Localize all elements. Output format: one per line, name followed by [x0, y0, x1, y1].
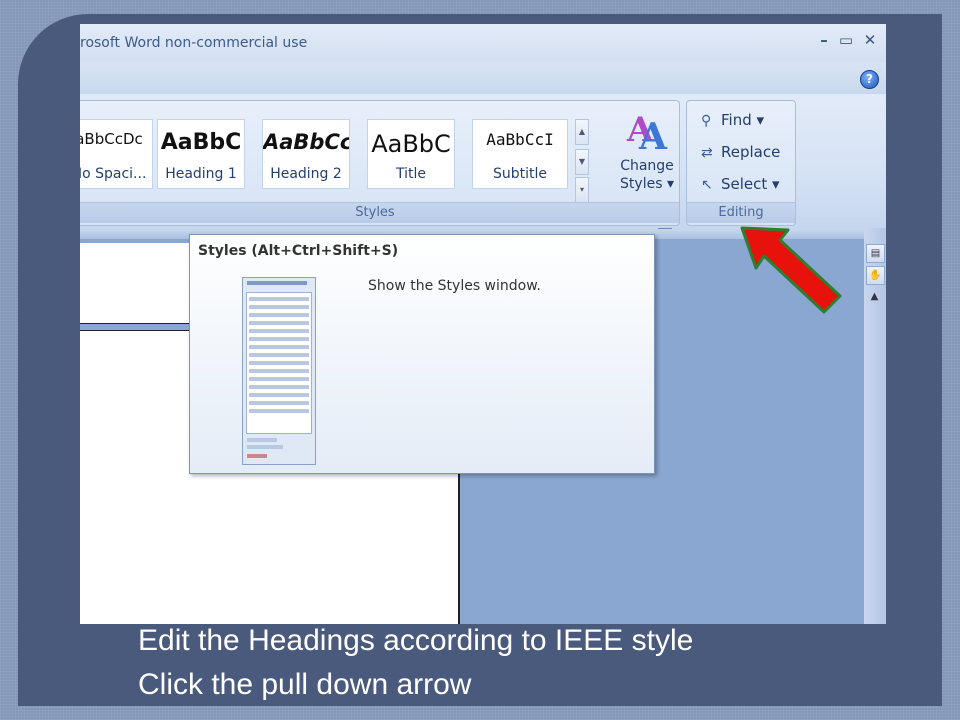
style-name: No Spaci... [80, 166, 147, 182]
cursor-icon: ↖ [701, 177, 713, 193]
style-tile-title[interactable]: AaBbC Title [367, 119, 455, 189]
change-styles-icon: A A [626, 110, 668, 158]
title-bar: rosoft Word non-commercial use – ▭ ✕ [80, 24, 886, 63]
window-title: rosoft Word non-commercial use [80, 35, 308, 51]
style-tile-heading-1[interactable]: AaBbC Heading 1 [157, 119, 245, 189]
style-sample: AaBbC [371, 130, 451, 158]
style-tile-subtitle[interactable]: AaBbCcI Subtitle [472, 119, 568, 189]
style-name: Subtitle [492, 166, 548, 182]
preview-option [247, 438, 277, 442]
style-sample: AaBbC [160, 130, 242, 155]
preview-row [249, 393, 309, 397]
gallery-scrollbar[interactable]: ▲ ▼ ▾ [575, 119, 589, 203]
find-label: Find ▾ [721, 111, 765, 129]
preview-row [249, 385, 309, 389]
preview-option [247, 445, 283, 449]
preview-row [249, 313, 309, 317]
preview-row [249, 377, 309, 381]
styles-group-label: Styles [80, 202, 679, 223]
minimize-button[interactable]: – [814, 30, 834, 50]
select-label: Select ▾ [721, 175, 780, 193]
replace-button[interactable]: ⇄ Replace [701, 143, 780, 167]
caption-line-2: Click the pull down arrow [138, 668, 472, 701]
styles-pane-preview [242, 277, 316, 465]
preview-row [249, 329, 309, 333]
change-styles-label-2: Styles ▾ [620, 176, 674, 192]
preview-row [249, 305, 309, 309]
style-sample: AaBbCc [263, 130, 350, 154]
style-tile-heading-2[interactable]: AaBbCc Heading 2 [262, 119, 350, 189]
editing-group: ⚲ Find ▾ ⇄ Replace ↖ Select ▾ Editing [686, 100, 796, 226]
preview-titlebar [247, 281, 307, 285]
red-arrow-icon [740, 226, 842, 314]
find-button[interactable]: ⚲ Find ▾ [701, 111, 764, 135]
maximize-button[interactable]: ▭ [836, 30, 856, 50]
style-sample: AaBbCcI [486, 130, 554, 149]
word-window-screenshot: rosoft Word non-commercial use – ▭ ✕ ? a… [80, 24, 886, 624]
style-name: Heading 1 [165, 166, 237, 182]
preview-row [249, 401, 309, 405]
gallery-more-icon[interactable]: ▾ [575, 177, 589, 203]
preview-row [249, 345, 309, 349]
binoculars-icon: ⚲ [701, 113, 712, 129]
select-button[interactable]: ↖ Select ▾ [701, 175, 780, 199]
preview-row [249, 369, 309, 373]
editing-group-label: Editing [687, 202, 795, 223]
tooltip-description: Show the Styles window. [368, 278, 541, 294]
tooltip-title: Styles (Alt+Ctrl+Shift+S) [198, 243, 399, 259]
preview-row [249, 337, 309, 341]
preview-list [246, 292, 312, 434]
style-tile-no-spacing[interactable]: aBbCcDc No Spaci... [80, 119, 153, 189]
help-icon[interactable]: ? [860, 70, 879, 89]
preview-row [249, 297, 309, 301]
style-sample: aBbCcDc [80, 130, 143, 148]
preview-row [249, 353, 309, 357]
replace-label: Replace [721, 143, 781, 161]
preview-row [249, 409, 309, 413]
style-name: Heading 2 [270, 166, 342, 182]
change-styles-label-1: Change [620, 158, 674, 174]
svg-text:A: A [638, 116, 668, 153]
ribbon-tab-row: ? [80, 62, 886, 94]
gallery-scroll-up-icon[interactable]: ▲ [575, 119, 589, 145]
close-button[interactable]: ✕ [860, 30, 880, 50]
preview-row [249, 361, 309, 365]
preview-buttons [247, 454, 267, 458]
ribbon: aBbCcDc No Spaci... AaBbC Heading 1 AaBb… [80, 94, 886, 241]
replace-icon: ⇄ [701, 145, 713, 161]
gallery-scroll-down-icon[interactable]: ▼ [575, 149, 589, 175]
styles-group: aBbCcDc No Spaci... AaBbC Heading 1 AaBb… [80, 100, 680, 226]
change-styles-button[interactable]: A A Change Styles ▾ [607, 105, 687, 205]
styles-tooltip: Styles (Alt+Ctrl+Shift+S) Show the Style… [189, 234, 655, 474]
preview-row [249, 321, 309, 325]
caption-line-1: Edit the Headings according to IEEE styl… [138, 624, 694, 657]
style-name: Title [395, 166, 426, 182]
